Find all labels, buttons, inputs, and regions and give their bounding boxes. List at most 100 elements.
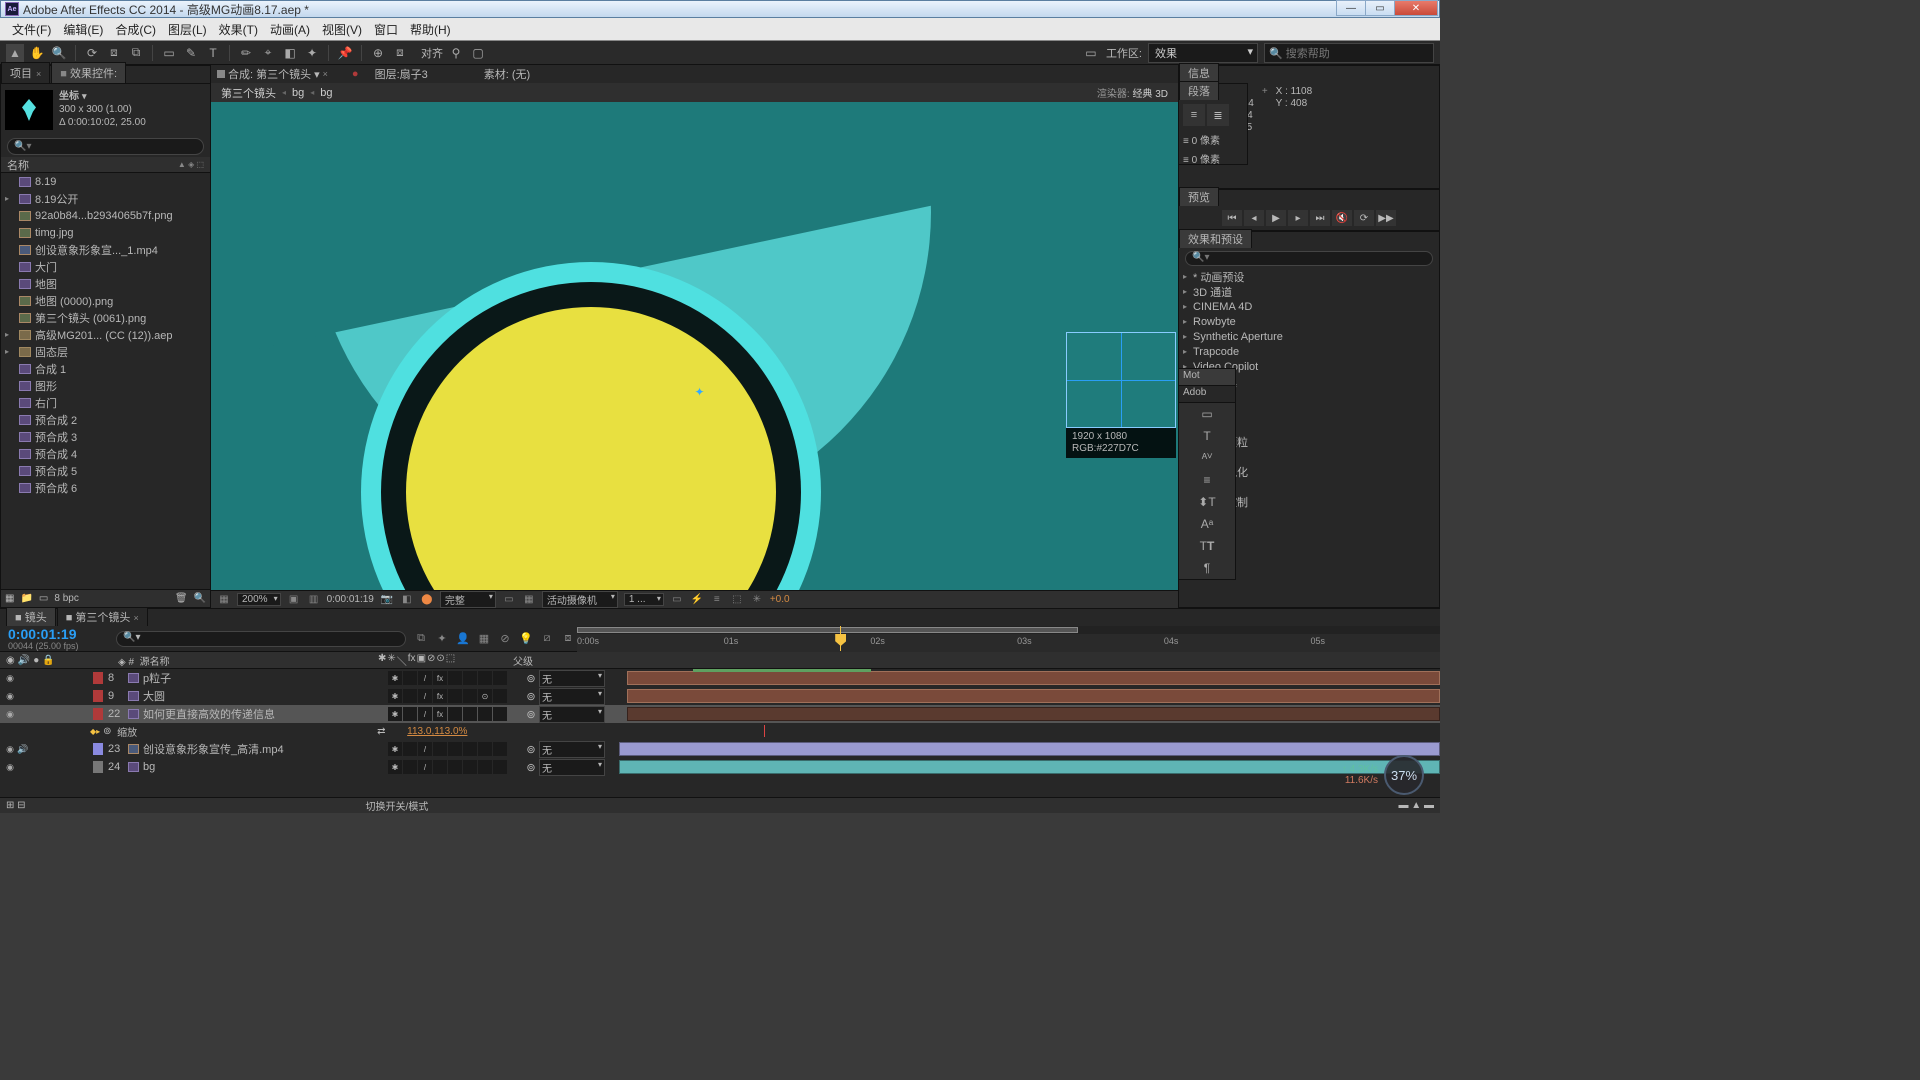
loop-icon[interactable]: ⟳ — [1354, 210, 1374, 226]
brainstorm-icon[interactable]: 💡 — [517, 631, 535, 647]
paragraph-tab[interactable]: 段落 — [1179, 81, 1219, 100]
font-icon[interactable]: T — [1179, 425, 1235, 447]
transparency-icon[interactable]: ▦ — [522, 593, 536, 606]
project-item[interactable]: 图形 — [1, 377, 210, 394]
brush-tool-icon[interactable]: ✏ — [237, 44, 255, 62]
mocha-tab[interactable]: Mot — [1179, 369, 1235, 386]
effect-category[interactable]: ▸3D 通道 — [1183, 284, 1435, 299]
effect-category[interactable]: ▸CINEMA 4D — [1183, 299, 1435, 314]
trash-icon[interactable]: 🗑 — [175, 593, 188, 604]
maximize-button[interactable]: ▭ — [1365, 0, 1395, 16]
pen-tool-icon[interactable]: ✎ — [182, 44, 200, 62]
para-icon[interactable]: ¶ — [1179, 557, 1235, 579]
project-item[interactable]: ▸固态层 — [1, 343, 210, 360]
exposure-value[interactable]: +0.0 — [770, 594, 790, 605]
effects-search-input[interactable]: 🔍▾ — [1185, 251, 1433, 266]
source-name-column[interactable]: 源名称 — [140, 657, 170, 668]
bpc-label[interactable]: 8 bpc — [54, 593, 78, 604]
toggle-switches-icon[interactable]: ⊞ ⊟ — [6, 800, 26, 811]
frame-blend-icon[interactable]: ▦ — [475, 631, 493, 647]
camera-tool-icon[interactable]: ⧈ — [105, 44, 123, 62]
eraser-tool-icon[interactable]: ◧ — [281, 44, 299, 62]
folder-icon[interactable]: 📁 — [20, 593, 32, 604]
play-icon[interactable]: ▶ — [1266, 210, 1286, 226]
menu-window[interactable]: 窗口 — [368, 18, 404, 41]
project-item[interactable]: ▸高级MG201... (CC (12)).aep — [1, 326, 210, 343]
project-item[interactable]: timg.jpg — [1, 224, 210, 241]
selected-item-name[interactable]: 坐标 — [59, 90, 146, 103]
camera-dropdown[interactable]: 活动摄像机 — [542, 591, 618, 608]
display-icon[interactable]: ▭ — [1082, 44, 1100, 62]
adobe-tab[interactable]: Adob — [1179, 386, 1235, 403]
kerning-icon[interactable]: ᴬⱽ — [1179, 447, 1235, 469]
baseline-icon[interactable]: Aᵃ — [1179, 513, 1235, 535]
rect-tool-icon[interactable]: ▭ — [160, 44, 178, 62]
next-frame-icon[interactable]: ▸ — [1288, 210, 1308, 226]
workspace-dropdown[interactable]: 效果 — [1148, 43, 1258, 63]
timeline-tab-0[interactable]: ■ 镜头 — [6, 607, 56, 626]
search-mini-icon[interactable]: 🔍 — [194, 593, 206, 604]
name-column-header[interactable]: 名称 — [7, 157, 178, 173]
project-item[interactable]: 预合成 2 — [1, 411, 210, 428]
menu-anim[interactable]: 动画(A) — [264, 18, 316, 41]
timeline-search-input[interactable]: 🔍▾ — [116, 631, 406, 647]
menu-help[interactable]: 帮助(H) — [404, 18, 457, 41]
roto-tool-icon[interactable]: ✦ — [303, 44, 321, 62]
safe-zones-icon[interactable]: ▣ — [287, 593, 301, 606]
grid-icon[interactable]: ▦ — [217, 593, 231, 606]
project-item[interactable]: 大门 — [1, 258, 210, 275]
search-help-input[interactable]: 🔍 搜索帮助 — [1264, 43, 1434, 63]
project-item[interactable]: 第三个镜头 (0061).png — [1, 309, 210, 326]
first-frame-icon[interactable]: ⏮ — [1222, 210, 1242, 226]
current-time[interactable]: 0:00:01:19 — [327, 594, 374, 605]
resolution-dropdown[interactable]: 完整 — [440, 591, 496, 608]
bold-icon[interactable]: T T — [1179, 535, 1235, 557]
project-item[interactable]: 创设意象形象宣..._1.mp4 — [1, 241, 210, 258]
draft3d-icon[interactable]: ✦ — [433, 631, 451, 647]
project-item[interactable]: 合成 1 — [1, 360, 210, 377]
hand-tool-icon[interactable]: ✋ — [28, 44, 46, 62]
toggle-switches-label[interactable]: 切换开关/模式 — [366, 798, 429, 813]
eye-col-icon[interactable]: ◉ — [6, 655, 15, 666]
blank-swatch[interactable]: ▭ — [1179, 403, 1235, 425]
project-item[interactable]: 预合成 3 — [1, 428, 210, 445]
breadcrumb-2[interactable]: bg — [320, 87, 332, 99]
layer-row[interactable]: ◉🔊23创设意象形象宣传_高清.mp4✱/⊚无 — [0, 740, 1440, 758]
zoom-dropdown[interactable]: 200% — [237, 593, 281, 606]
rgb-icon[interactable]: ⬤ — [420, 593, 434, 606]
align-center-icon[interactable]: ≣ — [1207, 104, 1229, 126]
timeline-tab-1[interactable]: ■ 第三个镜头 × — [57, 607, 148, 626]
project-item[interactable]: ▸8.19公开 — [1, 190, 210, 207]
snap-toggle-icon[interactable]: ⚲ — [447, 44, 465, 62]
puppet-tool-icon[interactable]: 📌 — [336, 44, 354, 62]
mask-icon[interactable]: ▥ — [307, 593, 321, 606]
hide-shy-icon[interactable]: 👤 — [454, 631, 472, 647]
selection-tool-icon[interactable]: ▲ — [6, 44, 24, 62]
preview-tab[interactable]: 预览 — [1179, 187, 1219, 206]
reset-exp-icon[interactable]: ✳ — [750, 593, 764, 606]
minimize-button[interactable]: — — [1336, 0, 1366, 16]
footage-viewer-tab[interactable]: 素材: (无) — [484, 66, 530, 82]
effect-category[interactable]: ▸Synthetic Aperture — [1183, 329, 1435, 344]
project-tab[interactable]: 项目× — [1, 62, 50, 83]
project-item[interactable]: 预合成 6 — [1, 479, 210, 496]
snapshot-region[interactable] — [1066, 332, 1176, 428]
layer-row[interactable]: ◉22如何更直接高效的传递信息✱/fx⊚无 — [0, 705, 1440, 723]
property-row[interactable]: ◆▸⊚缩放⇄113.0,113.0% — [0, 723, 1440, 740]
effect-controls-tab[interactable]: ■ 效果控件: — [51, 62, 126, 83]
comp-mini-icon[interactable]: ⧉ — [412, 631, 430, 647]
channel-icon[interactable]: ◧ — [400, 593, 414, 606]
menu-edit[interactable]: 编辑(E) — [57, 18, 109, 41]
layer-viewer-tab[interactable]: 图层:扇子3 — [367, 66, 428, 82]
layer-row[interactable]: ◉9大圆✱/fx⊙⊚无 — [0, 687, 1440, 705]
leading-icon[interactable]: ≡ — [1179, 469, 1235, 491]
breadcrumb-0[interactable]: 第三个镜头 — [221, 85, 276, 101]
clone-tool-icon[interactable]: ⌖ — [259, 44, 277, 62]
timeline-icon[interactable]: ≡ — [710, 593, 724, 606]
rotate-tool-icon[interactable]: ⟳ — [83, 44, 101, 62]
ram-preview-icon[interactable]: ▶▶ — [1376, 210, 1396, 226]
anchor-icon[interactable]: ⊕ — [369, 44, 387, 62]
menu-layer[interactable]: 图层(L) — [162, 18, 213, 41]
project-item[interactable]: 地图 — [1, 275, 210, 292]
layer-row[interactable]: ◉8p粒子✱/fx⊚无 — [0, 669, 1440, 687]
